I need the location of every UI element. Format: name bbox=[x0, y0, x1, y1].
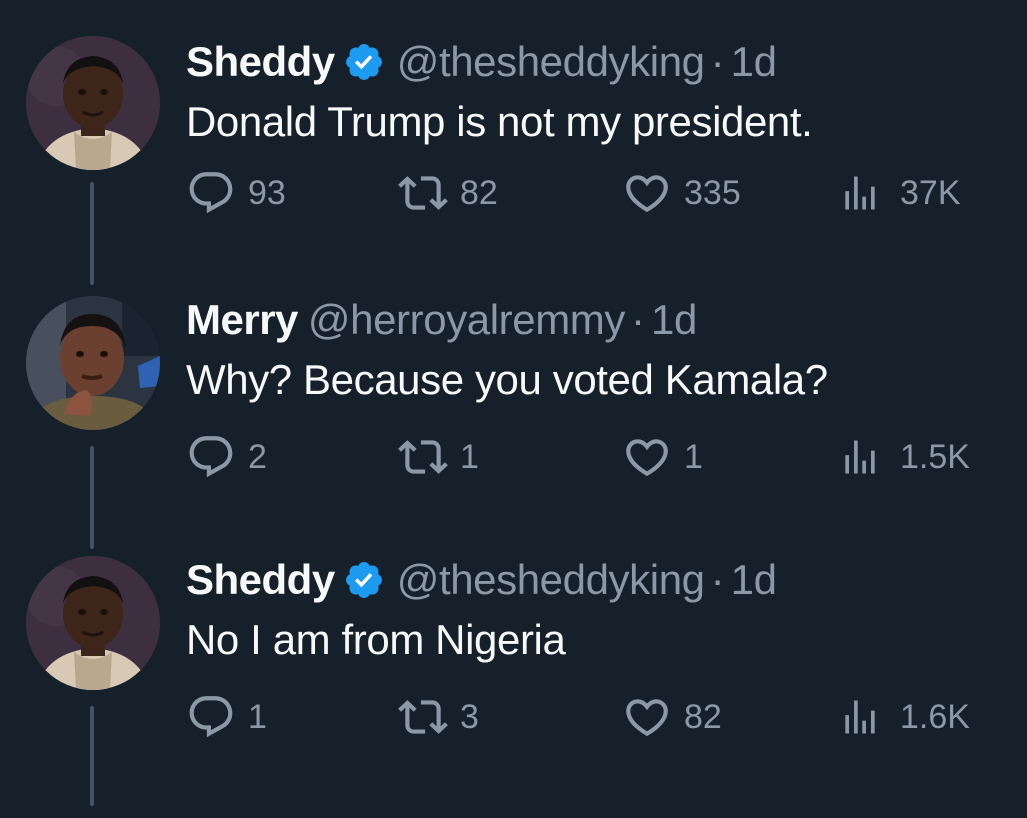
avatar-photo bbox=[26, 556, 160, 690]
view-count: 1.5K bbox=[900, 437, 970, 476]
tweet-header: Sheddy @thesheddyking · 1d bbox=[186, 32, 777, 92]
tweet-actions: 93 82 335 37K bbox=[186, 165, 986, 221]
retweet-count: 3 bbox=[460, 697, 479, 736]
reply-count: 1 bbox=[248, 697, 267, 736]
views-icon bbox=[838, 435, 882, 479]
reply-button[interactable]: 93 bbox=[186, 165, 286, 221]
verified-badge-icon bbox=[343, 559, 385, 601]
thread-line bbox=[90, 446, 94, 549]
separator-dot: · bbox=[710, 556, 725, 603]
tweet-header: Merry @herroyalremmy · 1d bbox=[186, 290, 697, 350]
like-count: 335 bbox=[684, 173, 741, 212]
avatar-photo bbox=[26, 296, 160, 430]
tweet-text: Donald Trump is not my president. bbox=[186, 98, 813, 145]
view-count: 37K bbox=[900, 173, 961, 212]
timestamp[interactable]: 1d bbox=[651, 290, 697, 350]
views-icon bbox=[838, 171, 882, 215]
display-name[interactable]: Sheddy bbox=[186, 32, 335, 92]
retweet-icon bbox=[398, 432, 448, 482]
retweet-icon bbox=[398, 168, 448, 218]
display-name[interactable]: Sheddy bbox=[186, 550, 335, 610]
timestamp[interactable]: 1d bbox=[731, 550, 777, 610]
retweet-button[interactable]: 1 bbox=[398, 429, 479, 485]
tweet-actions: 2 1 1 1.5K bbox=[186, 429, 986, 485]
avatar[interactable] bbox=[26, 296, 160, 430]
tweet-text: Why? Because you voted Kamala? bbox=[186, 356, 828, 403]
views-button[interactable]: 1.6K bbox=[838, 689, 970, 745]
retweet-button[interactable]: 82 bbox=[398, 165, 498, 221]
avatar-photo bbox=[26, 36, 160, 170]
heart-icon bbox=[622, 692, 672, 742]
timestamp[interactable]: 1d bbox=[731, 32, 777, 92]
retweet-icon bbox=[398, 692, 448, 742]
like-count: 82 bbox=[684, 697, 722, 736]
tweet-actions: 1 3 82 1.6K bbox=[186, 689, 986, 745]
avatar[interactable] bbox=[26, 556, 160, 690]
retweet-button[interactable]: 3 bbox=[398, 689, 479, 745]
views-button[interactable]: 1.5K bbox=[838, 429, 970, 485]
reply-button[interactable]: 1 bbox=[186, 689, 267, 745]
like-count: 1 bbox=[684, 437, 703, 476]
tweet-text: No I am from Nigeria bbox=[186, 616, 566, 663]
reply-icon bbox=[186, 692, 236, 742]
reply-icon bbox=[186, 432, 236, 482]
reply-count: 2 bbox=[248, 437, 267, 476]
views-button[interactable]: 37K bbox=[838, 165, 961, 221]
reply-button[interactable]: 2 bbox=[186, 429, 267, 485]
view-count: 1.6K bbox=[900, 697, 970, 736]
thread-line bbox=[90, 706, 94, 806]
separator-dot: · bbox=[631, 296, 645, 343]
display-name[interactable]: Merry bbox=[186, 290, 298, 350]
thread-line bbox=[90, 182, 94, 285]
reply-count: 93 bbox=[248, 173, 286, 212]
heart-icon bbox=[622, 432, 672, 482]
tweet-header: Sheddy @thesheddyking · 1d bbox=[186, 550, 777, 610]
retweet-count: 82 bbox=[460, 173, 498, 212]
reply-icon bbox=[186, 168, 236, 218]
views-icon bbox=[838, 695, 882, 739]
avatar[interactable] bbox=[26, 36, 160, 170]
heart-icon bbox=[622, 168, 672, 218]
like-button[interactable]: 82 bbox=[622, 689, 722, 745]
user-handle[interactable]: @thesheddyking bbox=[397, 550, 705, 610]
separator-dot: · bbox=[710, 38, 725, 85]
verified-badge-icon bbox=[343, 41, 385, 83]
like-button[interactable]: 1 bbox=[622, 429, 703, 485]
retweet-count: 1 bbox=[460, 437, 479, 476]
user-handle[interactable]: @herroyalremmy bbox=[308, 290, 625, 350]
like-button[interactable]: 335 bbox=[622, 165, 741, 221]
user-handle[interactable]: @thesheddyking bbox=[397, 32, 705, 92]
